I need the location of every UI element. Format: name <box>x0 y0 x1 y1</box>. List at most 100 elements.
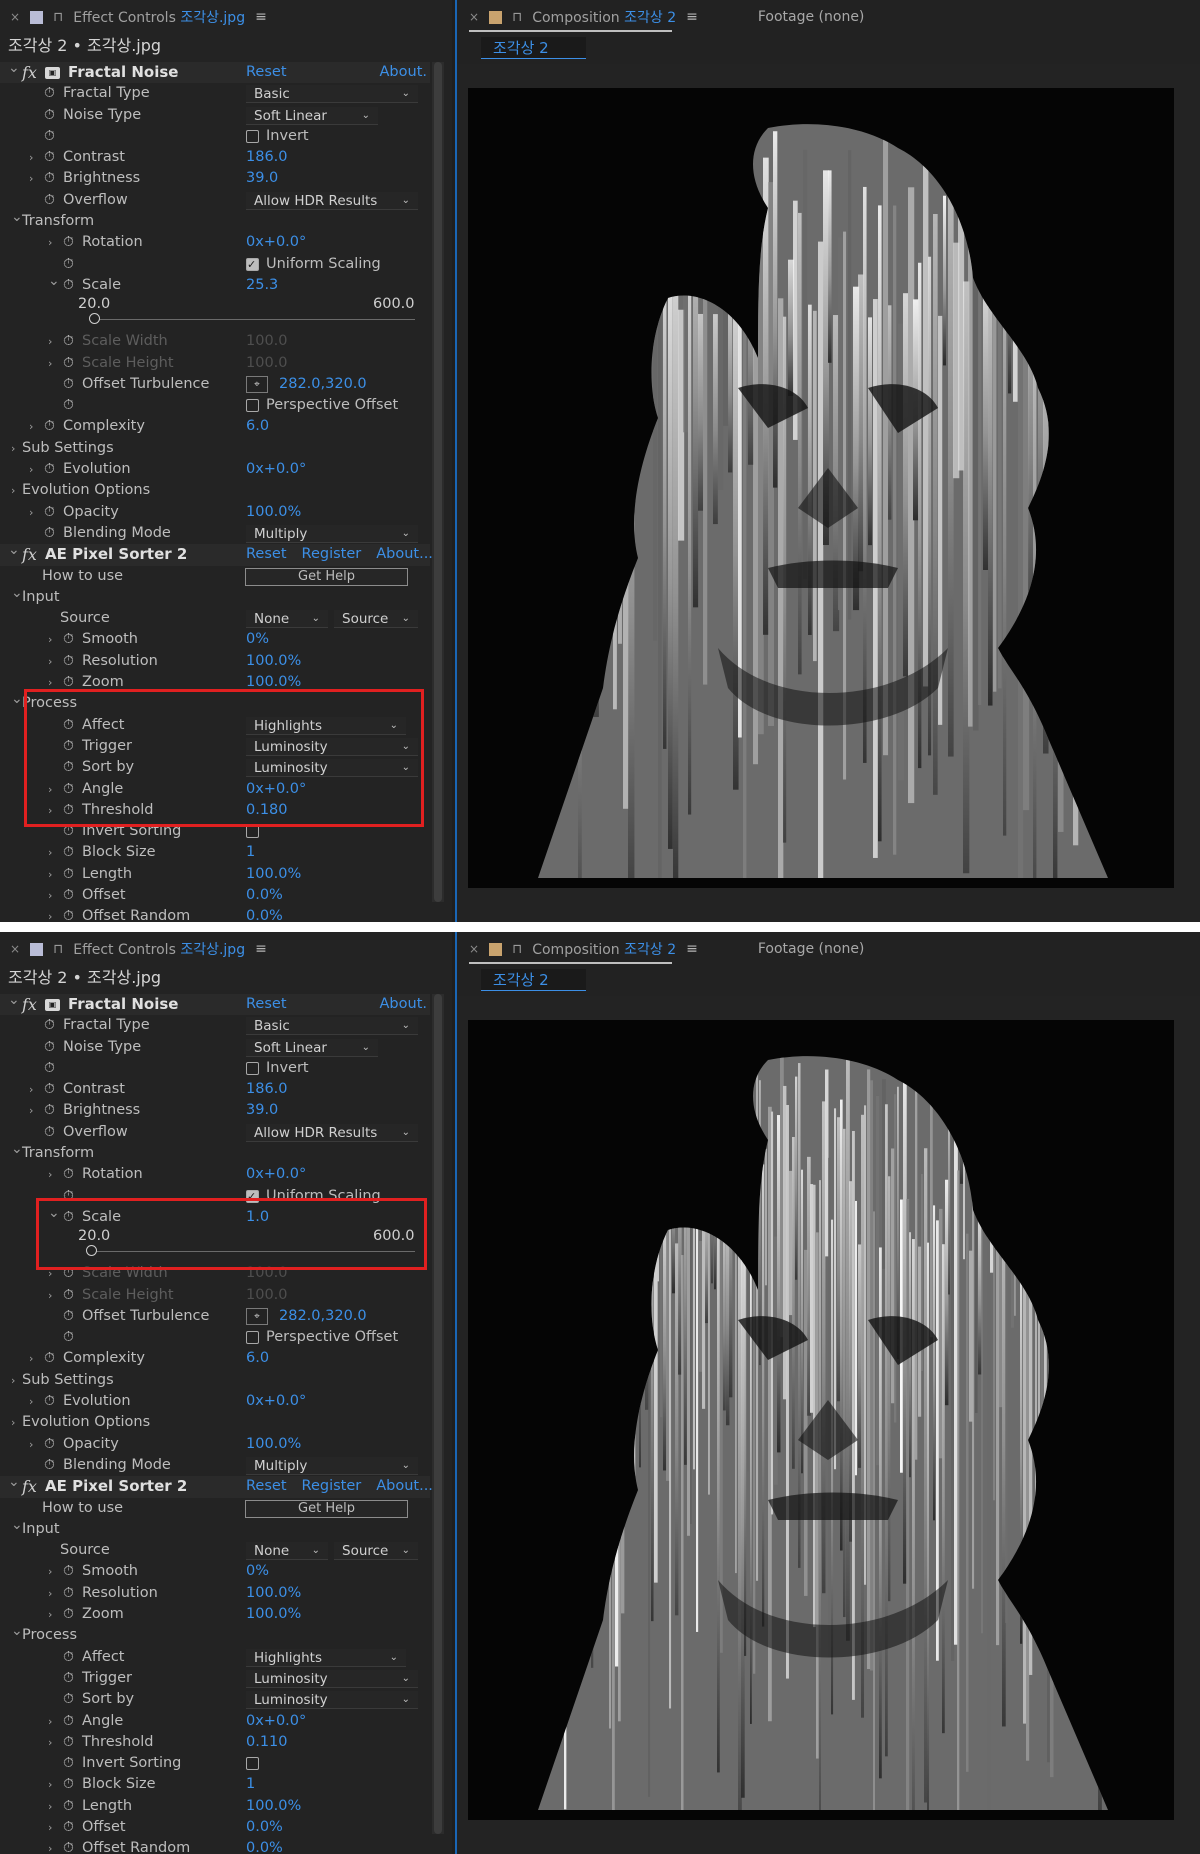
fx-icon[interactable]: fx <box>22 544 37 565</box>
property-row-length[interactable]: › ⏱ Length 100.0% <box>0 864 430 885</box>
effect-controls-tab[interactable]: × ⊓ Effect Controls 조각상.jpg ≡ <box>0 932 452 966</box>
property-row-opacity[interactable]: › ⏱ Opacity 100.0% <box>0 1434 430 1455</box>
property-row-complexity[interactable]: › ⏱ Complexity 6.0 <box>0 416 430 437</box>
stopwatch-icon[interactable]: ⏱ <box>63 1561 74 1582</box>
twirl-arrow-icon[interactable]: › <box>48 885 52 906</box>
twirl-arrow-icon[interactable]: › <box>48 1817 52 1838</box>
property-row-affect[interactable]: ⏱ Affect Highlights ⌄ <box>0 1647 430 1668</box>
twirl-arrow-icon[interactable]: ⌄ <box>48 271 60 292</box>
property-row-fractal-noise[interactable]: ⌄ fx ▣ Fractal Noise Reset About. <box>0 60 430 84</box>
stopwatch-icon[interactable]: ⏱ <box>63 1732 74 1753</box>
property-row-opacity[interactable]: › ⏱ Opacity 100.0% <box>0 502 430 523</box>
property-value[interactable]: 100.0% <box>246 502 301 523</box>
property-value[interactable]: 100.0% <box>246 1604 301 1625</box>
property-value[interactable]: 100.0% <box>246 1796 301 1817</box>
stopwatch-icon[interactable]: ⏱ <box>44 105 55 126</box>
hamburger-menu-icon[interactable]: ≡ <box>255 9 267 25</box>
close-icon[interactable]: × <box>469 942 479 956</box>
twirl-arrow-icon[interactable]: › <box>29 1100 33 1121</box>
property-row-length[interactable]: › ⏱ Length 100.0% <box>0 1796 430 1817</box>
property-value[interactable]: 0x+0.0° <box>246 459 306 480</box>
stopwatch-icon[interactable]: ⏱ <box>44 459 55 480</box>
twirl-arrow-icon[interactable]: › <box>11 438 15 459</box>
property-row-blending-mode[interactable]: ⏱ Blending Mode Multiply ⌄ <box>0 523 430 544</box>
checkbox-icon[interactable] <box>246 1757 259 1771</box>
stopwatch-icon[interactable]: ⏱ <box>63 1796 74 1817</box>
property-value[interactable]: 0% <box>246 1561 269 1582</box>
twirl-arrow-icon[interactable]: › <box>48 1774 52 1795</box>
property-row-contrast[interactable]: › ⏱ Contrast 186.0 <box>0 147 430 168</box>
lock-icon[interactable]: ⊓ <box>53 10 63 25</box>
property-row-sub-settings[interactable]: › Sub Settings <box>0 438 430 459</box>
property-row-perspective-offset[interactable]: ⏱ Perspective Offset <box>0 1327 430 1348</box>
checkbox-icon[interactable] <box>246 1331 259 1345</box>
dropdown-source-layer[interactable]: None ⌄ <box>246 1542 328 1561</box>
dropdown-trigger[interactable]: Luminosity ⌄ <box>246 1669 418 1688</box>
dropdown-fractal-type[interactable]: Basic ⌄ <box>246 85 418 104</box>
stopwatch-icon[interactable]: ⏱ <box>63 1753 74 1774</box>
twirl-arrow-icon[interactable]: ⌄ <box>11 689 23 710</box>
stopwatch-icon[interactable]: ⏱ <box>63 864 74 885</box>
stopwatch-icon[interactable]: ⏱ <box>63 232 74 253</box>
crosshair-point-icon[interactable]: ⌖ <box>246 375 268 393</box>
twirl-arrow-icon[interactable]: › <box>48 1838 52 1854</box>
stopwatch-icon[interactable]: ⏱ <box>44 1037 55 1058</box>
link-reset[interactable]: Reset <box>246 546 287 562</box>
property-row-offset[interactable]: › ⏱ Offset 0.0% <box>0 1817 430 1838</box>
property-row-sort-by[interactable]: ⏱ Sort by Luminosity ⌄ <box>0 1689 430 1710</box>
property-row-input[interactable]: ⌄ Input <box>0 585 430 608</box>
twirl-arrow-icon[interactable]: ⌄ <box>8 1472 20 1493</box>
twirl-arrow-icon[interactable]: › <box>48 353 52 374</box>
property-value[interactable]: 0.110 <box>246 1732 288 1753</box>
property-row-brightness[interactable]: › ⏱ Brightness 39.0 <box>0 1100 430 1121</box>
twirl-arrow-icon[interactable]: › <box>11 1412 15 1433</box>
dropdown-sort-by[interactable]: Luminosity ⌄ <box>246 1691 418 1710</box>
property-value[interactable]: 100.0% <box>246 1583 301 1604</box>
twirl-arrow-icon[interactable]: › <box>29 168 33 189</box>
fx-icon[interactable]: fx <box>22 1476 37 1497</box>
property-row-brightness[interactable]: › ⏱ Brightness 39.0 <box>0 168 430 189</box>
slider-thumb[interactable] <box>88 313 100 325</box>
checkbox-icon[interactable] <box>246 1061 259 1075</box>
property-row-scale[interactable]: ⌄ ⏱ Scale 25.3 <box>0 273 430 296</box>
stopwatch-icon[interactable]: ⏱ <box>63 842 74 863</box>
scrollbar-thumb[interactable] <box>434 62 442 902</box>
dropdown-fractal-type[interactable]: Basic ⌄ <box>246 1017 418 1036</box>
twirl-arrow-icon[interactable]: › <box>48 232 52 253</box>
twirl-arrow-icon[interactable]: › <box>48 1285 52 1306</box>
property-row-resolution[interactable]: › ⏱ Resolution 100.0% <box>0 651 430 672</box>
twirl-arrow-icon[interactable]: › <box>48 651 52 672</box>
property-value[interactable]: 25.3 <box>246 275 278 296</box>
twirl-arrow-icon[interactable]: ⌄ <box>11 1139 23 1160</box>
stopwatch-icon[interactable]: ⏱ <box>44 1122 55 1143</box>
property-row-block-size[interactable]: › ⏱ Block Size 1 <box>0 1774 430 1795</box>
property-row-offset-turbulence[interactable]: ⏱ Offset Turbulence ⌖ 282.0,320.0 <box>0 1306 430 1327</box>
property-row-scale-height[interactable]: › ⏱ Scale Height 100.0 <box>0 1285 430 1306</box>
stopwatch-icon[interactable]: ⏱ <box>63 1306 74 1327</box>
property-value[interactable]: 1 <box>246 842 255 863</box>
lock-icon[interactable]: ⊓ <box>512 10 522 25</box>
scrollbar-thumb[interactable] <box>434 994 442 1834</box>
property-row-rotation[interactable]: › ⏱ Rotation 0x+0.0° <box>0 1164 430 1185</box>
scale-slider[interactable]: 20.0 600.0 <box>0 296 430 331</box>
link-reset[interactable]: Reset <box>246 1478 287 1494</box>
twirl-arrow-icon[interactable]: › <box>29 1348 33 1369</box>
composition-viewer[interactable] <box>468 1020 1174 1820</box>
stopwatch-icon[interactable]: ⏱ <box>63 629 74 650</box>
property-value[interactable]: 6.0 <box>246 416 269 437</box>
property-value[interactable]: 100.0 <box>246 353 288 374</box>
property-value[interactable]: 1 <box>246 1774 255 1795</box>
stopwatch-icon[interactable]: ⏱ <box>44 1391 55 1412</box>
stopwatch-icon[interactable]: ⏱ <box>63 1817 74 1838</box>
property-row-smooth[interactable]: › ⏱ Smooth 0% <box>0 1561 430 1582</box>
property-row-source[interactable]: Source None ⌄ Source ⌄ <box>0 608 430 629</box>
stopwatch-icon[interactable]: ⏱ <box>44 523 55 544</box>
stopwatch-icon[interactable]: ⏱ <box>44 1100 55 1121</box>
slider-track[interactable] <box>90 319 415 321</box>
dropdown-blending-mode[interactable]: Multiply ⌄ <box>246 524 418 543</box>
dropdown-source-type[interactable]: Source ⌄ <box>334 1542 418 1561</box>
close-icon[interactable]: × <box>469 10 479 24</box>
dropdown-noise-type[interactable]: Soft Linear ⌄ <box>246 106 378 125</box>
property-value[interactable]: 0x+0.0° <box>246 1164 306 1185</box>
composition-viewer[interactable] <box>468 88 1174 888</box>
